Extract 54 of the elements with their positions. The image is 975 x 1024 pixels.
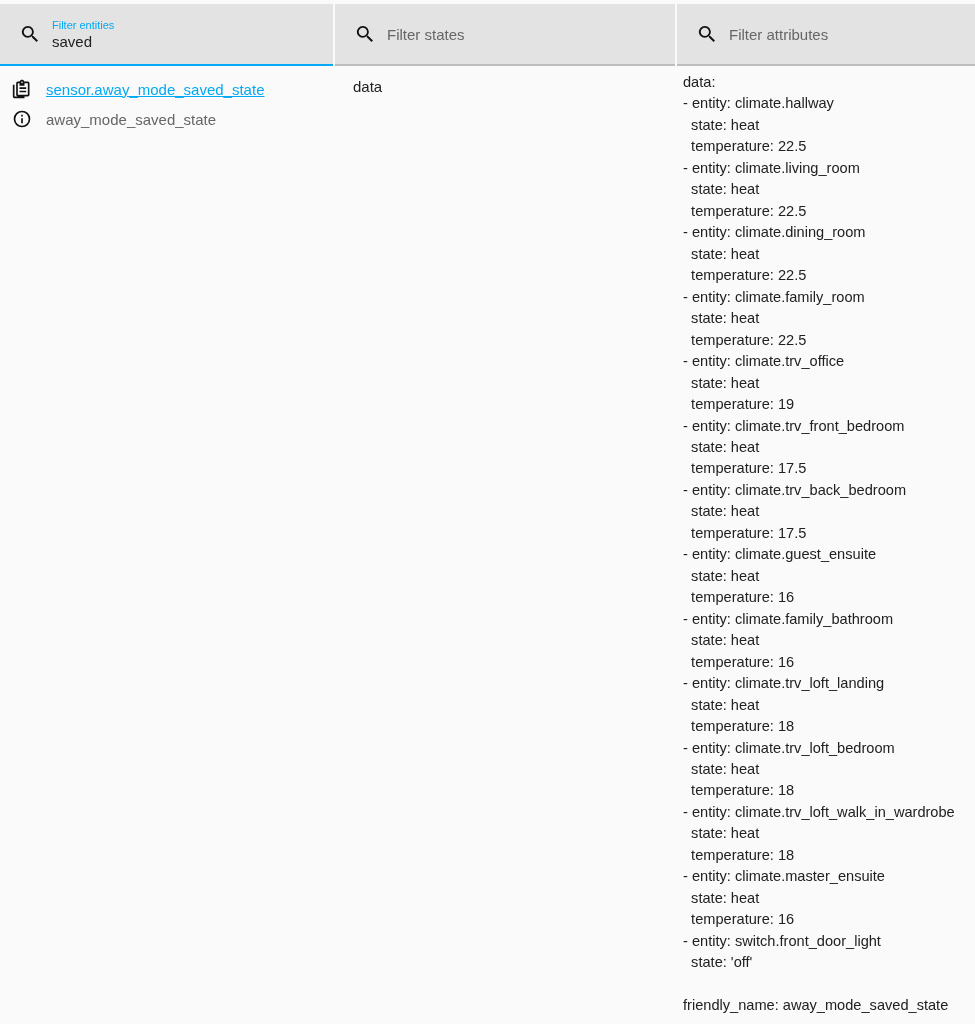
attribute-line: temperature: 22.5 bbox=[690, 137, 808, 157]
search-icon bbox=[20, 24, 40, 44]
attribute-line: temperature: 17.5 bbox=[690, 459, 808, 479]
attribute-line: - entity: climate.family_room bbox=[682, 287, 866, 307]
filter-input[interactable]: Filter attributes bbox=[729, 25, 975, 43]
field-label: Filter entities bbox=[52, 18, 116, 31]
filter-input[interactable]: Filter states bbox=[387, 25, 675, 43]
attribute-line: temperature: 19 bbox=[690, 395, 796, 415]
search-icon bbox=[697, 24, 717, 44]
attribute-line: state: heat bbox=[690, 824, 761, 844]
attribute-line: temperature: 22.5 bbox=[690, 266, 808, 286]
filter-input[interactable]: saved bbox=[52, 32, 333, 50]
attribute-line: state: heat bbox=[690, 631, 761, 651]
attribute-line: - entity: climate.trv_office bbox=[682, 352, 846, 372]
friendly-name: away_mode_saved_state bbox=[46, 110, 217, 128]
attribute-line: temperature: 16 bbox=[690, 652, 796, 672]
attribute-line: temperature: 16 bbox=[690, 910, 796, 930]
attribute-line: - entity: climate.trv_back_bedroom bbox=[682, 480, 908, 500]
attribute-line: temperature: 18 bbox=[690, 845, 796, 865]
attribute-line: state: heat bbox=[690, 888, 761, 908]
state-value: data bbox=[352, 77, 383, 95]
attribute-line: - entity: climate.guest_ensuite bbox=[682, 545, 878, 565]
clipboard-icon[interactable] bbox=[12, 79, 32, 99]
attribute-line: - entity: climate.dining_room bbox=[682, 223, 867, 243]
attribute-line: temperature: 18 bbox=[690, 717, 796, 737]
attribute-line: state: heat bbox=[690, 309, 761, 329]
attribute-line: state: heat bbox=[690, 244, 761, 264]
attribute-line: temperature: 17.5 bbox=[690, 523, 808, 543]
attribute-line: state: heat bbox=[690, 373, 761, 393]
attribute-line: - entity: climate.hallway bbox=[682, 94, 835, 114]
attribute-line: temperature: 22.5 bbox=[690, 201, 808, 221]
attribute-line: state: heat bbox=[690, 760, 761, 779]
attribute-line: data: bbox=[682, 73, 717, 92]
attribute-line: - entity: climate.trv_loft_walk_in_wardrobe bbox=[682, 802, 956, 822]
attribute-line: temperature: 18 bbox=[690, 781, 796, 801]
attribute-line: state: heat bbox=[690, 566, 761, 586]
attribute-line: temperature: 16 bbox=[690, 588, 796, 608]
attribute-line: friendly_name: away_mode_saved_state bbox=[682, 996, 950, 1016]
attribute-line: - entity: switch.front_door_light bbox=[682, 931, 882, 951]
attribute-line: state: heat bbox=[690, 437, 761, 457]
attribute-line: - entity: climate.master_ensuite bbox=[682, 867, 886, 887]
attribute-line: state: heat bbox=[690, 180, 761, 200]
attribute-line: - entity: climate.family_bathroom bbox=[682, 609, 895, 629]
attribute-line: - entity: climate.trv_loft_landing bbox=[682, 674, 886, 694]
attribute-line: - entity: climate.living_room bbox=[682, 158, 861, 178]
attribute-line: - entity: climate.trv_loft_bedroom bbox=[682, 738, 896, 758]
attribute-line: state: heat bbox=[690, 115, 761, 135]
attribute-line: temperature: 22.5 bbox=[690, 330, 808, 350]
search-icon bbox=[355, 24, 375, 44]
attribute-line: state: heat bbox=[690, 695, 761, 715]
attribute-line: state: 'off' bbox=[690, 953, 754, 973]
attribute-line: - entity: climate.trv_front_bedroom bbox=[682, 416, 906, 436]
attribute-line: state: heat bbox=[690, 502, 761, 522]
info-icon[interactable] bbox=[12, 109, 32, 129]
